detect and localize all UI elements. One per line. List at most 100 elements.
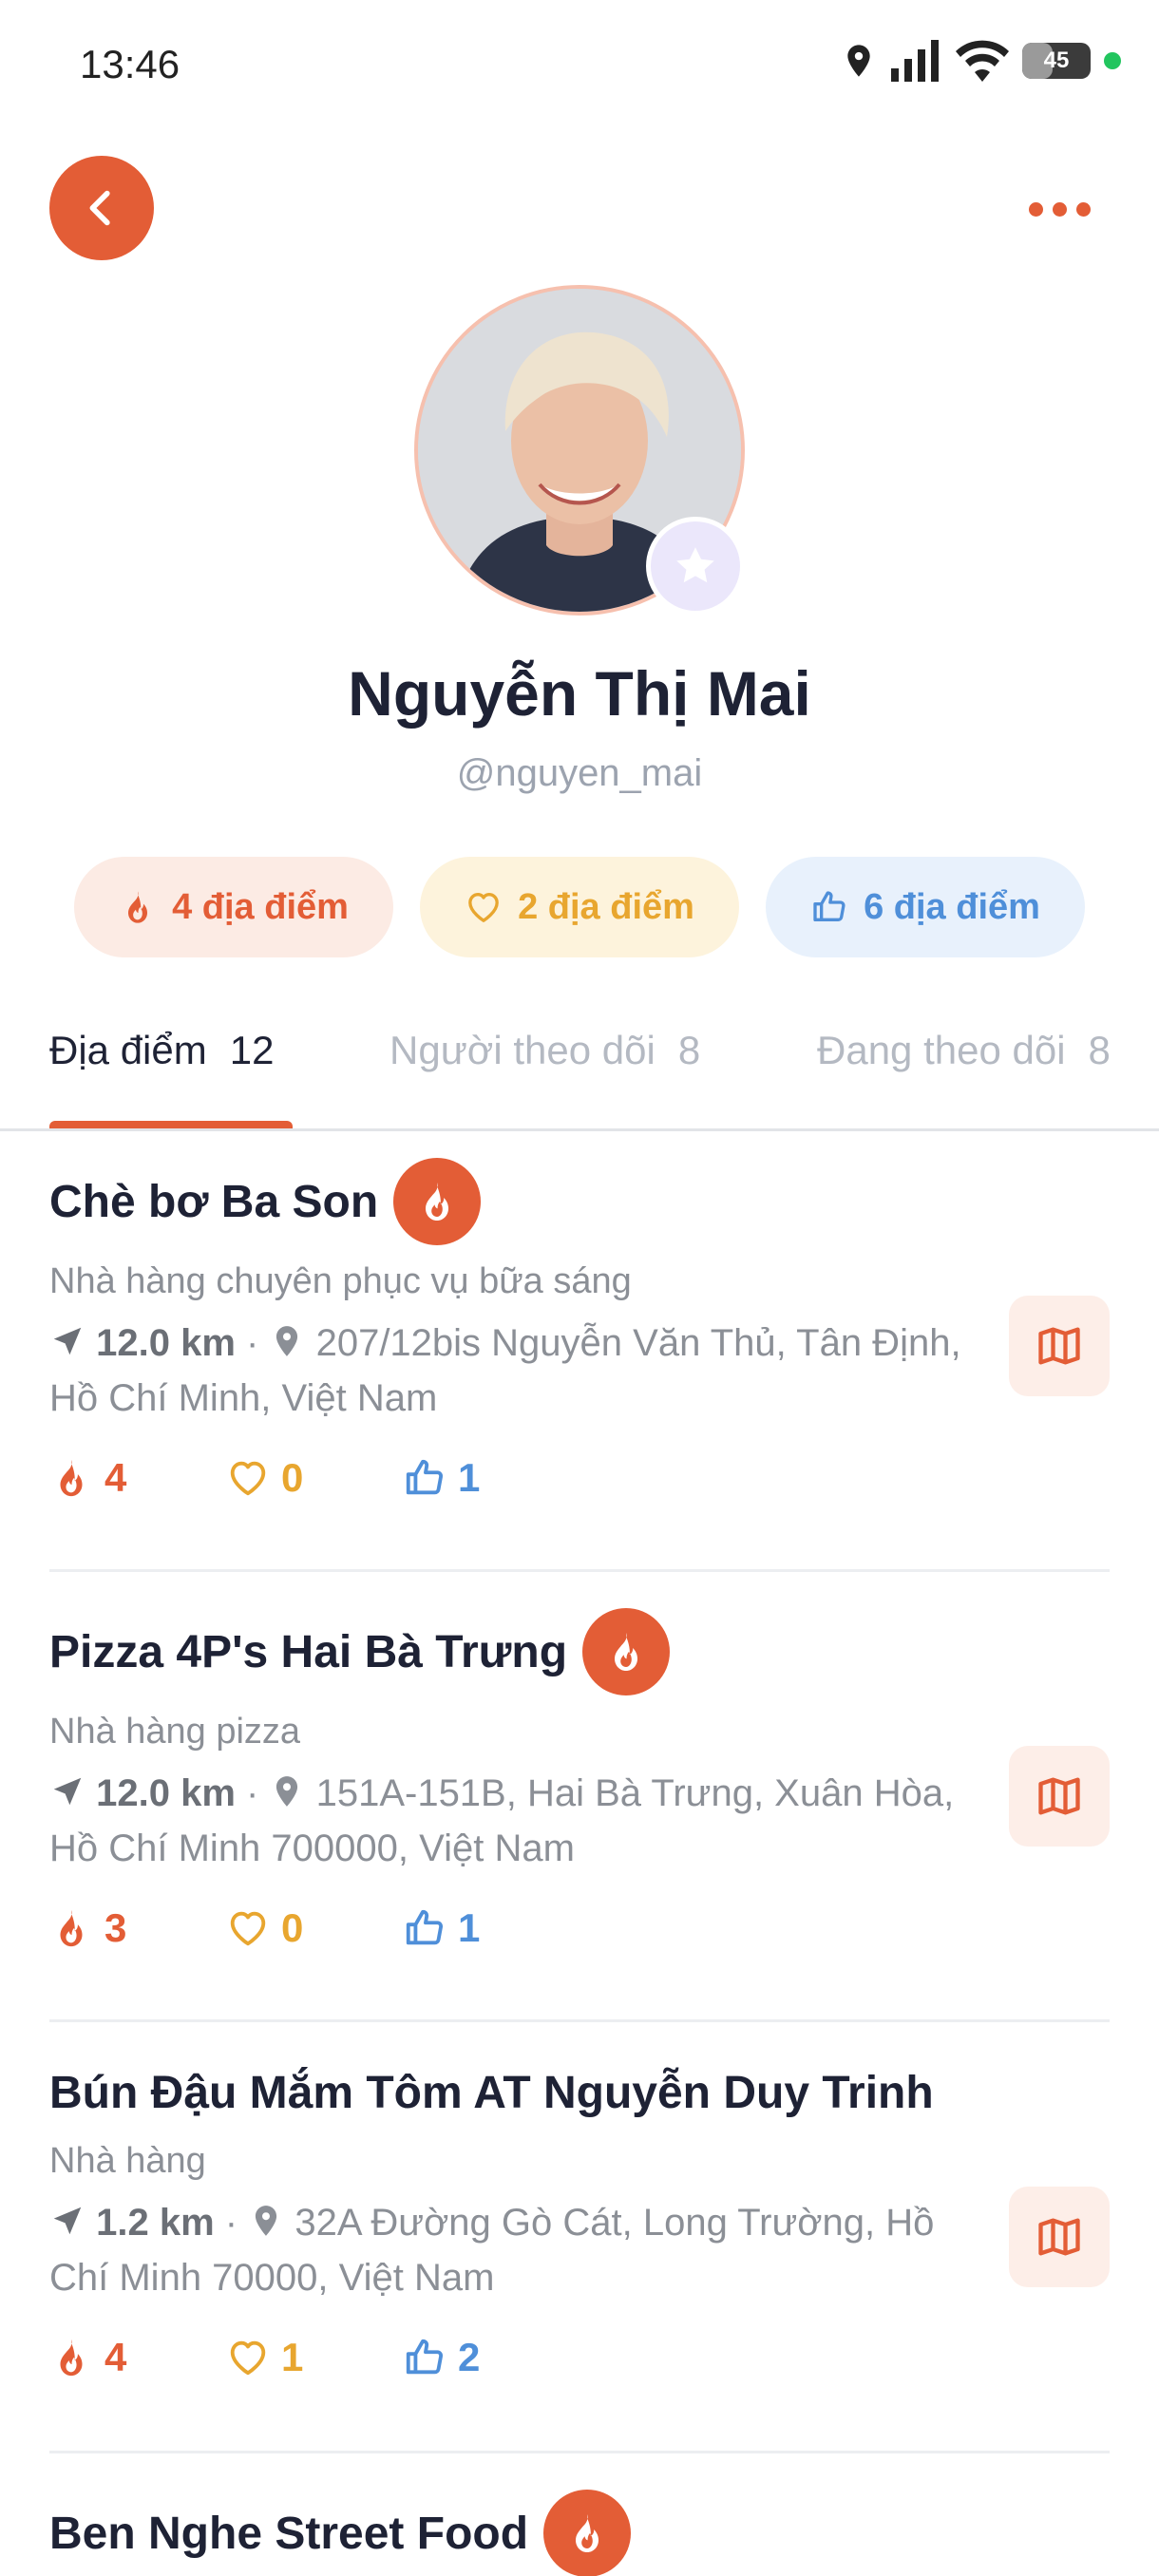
- place-title-row: Bún Đậu Mắm Tôm AT Nguyễn Duy Trinh: [49, 2048, 1110, 2137]
- tab-places[interactable]: Địa điểm 12: [49, 1028, 274, 1073]
- like-count[interactable]: 1: [403, 1455, 580, 1501]
- more-dot: [1075, 201, 1091, 217]
- heart-icon: [465, 888, 503, 926]
- place-distance: 12.0 km: [96, 1322, 236, 1364]
- place-location: 12.0 km · 207/12bis Nguyễn Văn Thủ, Tân …: [49, 1322, 961, 1419]
- more-options-button[interactable]: [1016, 180, 1102, 237]
- place-title-row: Pizza 4P's Hai Bà Trưng: [49, 1607, 1110, 1696]
- thumbs-up-icon: [810, 888, 848, 926]
- fire-icon: [49, 1906, 93, 1950]
- place-name: Ben Nghe Street Food: [49, 2508, 529, 2559]
- navigation-arrow-icon: [49, 2203, 86, 2239]
- like-places-pill[interactable]: 6 địa điểm: [766, 857, 1085, 957]
- tab-following[interactable]: Đang theo dõi 8: [817, 1028, 1111, 1073]
- battery-text: 45: [1043, 47, 1070, 73]
- fire-icon: [49, 1456, 93, 1500]
- map-pin-icon: [269, 1773, 305, 1809]
- thumbs-up-icon: [403, 1456, 446, 1500]
- place-name: Pizza 4P's Hai Bà Trưng: [49, 1626, 568, 1677]
- heart-count[interactable]: 0: [226, 1455, 403, 1501]
- fire-count[interactable]: 4: [49, 2335, 226, 2380]
- tab-divider: [0, 1128, 1159, 1131]
- profile-name: Nguyễn Thị Mai: [348, 658, 811, 729]
- place-name: Chè bơ Ba Son: [49, 1176, 379, 1227]
- heart-places-label: 2 địa điểm: [518, 886, 694, 927]
- place-distance: 1.2 km: [96, 2202, 215, 2244]
- star-icon: [676, 547, 714, 583]
- hot-badge: [543, 2490, 632, 2576]
- place-category: Nhà hàng: [49, 2141, 206, 2181]
- map-button[interactable]: [1009, 1746, 1110, 1847]
- tab-label: Người theo dõi: [390, 1028, 656, 1072]
- profile-handle: @nguyen_mai: [456, 752, 703, 794]
- like-count[interactable]: 2: [403, 2335, 580, 2380]
- like-places-label: 6 địa điểm: [864, 886, 1040, 927]
- place-divider: [49, 2019, 1110, 2022]
- heart-count-value: 0: [281, 1905, 304, 1950]
- place-divider: [49, 2451, 1110, 2453]
- fire-icon: [414, 1179, 460, 1224]
- map-pin-icon: [248, 2203, 284, 2239]
- fire-icon: [603, 1629, 649, 1675]
- place-reactions: 3 0 1: [49, 1895, 1110, 1961]
- fire-places-label: 4 địa điểm: [172, 886, 349, 927]
- like-count-value: 1: [458, 1455, 481, 1500]
- privacy-indicator-dot: [1104, 52, 1121, 69]
- wifi-icon: [956, 40, 1009, 82]
- fire-count[interactable]: 4: [49, 1455, 226, 1501]
- map-icon: [1035, 1321, 1084, 1371]
- heart-count[interactable]: 0: [226, 1905, 403, 1951]
- status-icons: 45: [840, 38, 1121, 84]
- signal-icon: [891, 40, 939, 82]
- thumbs-up-icon: [403, 2336, 446, 2379]
- place-reactions: 4 0 1: [49, 1445, 1110, 1511]
- map-button[interactable]: [1009, 1296, 1110, 1396]
- avatar-star-badge: [646, 517, 745, 616]
- place-name: Bún Đậu Mắm Tôm AT Nguyễn Duy Trinh: [49, 2067, 934, 2118]
- heart-icon: [226, 1456, 270, 1500]
- like-count[interactable]: 1: [403, 1905, 580, 1951]
- location-icon: [847, 45, 870, 77]
- map-icon: [1035, 2212, 1084, 2262]
- place-distance: 12.0 km: [96, 1772, 236, 1814]
- thumbs-up-icon: [403, 1906, 446, 1950]
- heart-places-pill[interactable]: 2 địa điểm: [420, 857, 739, 957]
- more-dot: [1052, 201, 1067, 217]
- place-category: Nhà hàng chuyên phục vụ bữa sáng: [49, 1261, 632, 1301]
- battery-icon: 45: [1022, 43, 1091, 79]
- like-count-value: 2: [458, 2335, 481, 2379]
- fire-count-value: 4: [104, 1455, 127, 1500]
- chevron-left-icon: [89, 190, 110, 226]
- heart-count[interactable]: 1: [226, 2335, 403, 2380]
- tab-count: 8: [677, 1028, 701, 1072]
- fire-count-value: 3: [104, 1905, 127, 1950]
- place-location: 12.0 km · 151A-151B, Hai Bà Trưng, Xuân …: [49, 1772, 955, 1869]
- fire-icon: [49, 2336, 93, 2379]
- avatar-container: [414, 285, 745, 616]
- tab-label: Địa điểm: [49, 1028, 207, 1072]
- tab-label: Đang theo dõi: [817, 1028, 1066, 1072]
- status-time: 13:46: [80, 42, 180, 86]
- fire-icon: [564, 2510, 610, 2556]
- place-divider: [49, 1569, 1110, 1572]
- heart-icon: [226, 1906, 270, 1950]
- fire-places-pill[interactable]: 4 địa điểm: [74, 857, 393, 957]
- heart-count-value: 0: [281, 1455, 304, 1500]
- fire-count[interactable]: 3: [49, 1905, 226, 1951]
- place-card[interactable]: Chè bơ Ba Son Nhà hàng chuyên phục vụ bữ…: [49, 1157, 1110, 1511]
- place-location: 1.2 km · 32A Đường Gò Cát, Long Trường, …: [49, 2202, 935, 2299]
- place-card[interactable]: Ben Nghe Street Food: [49, 2489, 1110, 2576]
- like-count-value: 1: [458, 1905, 481, 1950]
- back-button[interactable]: [49, 156, 154, 260]
- place-category: Nhà hàng pizza: [49, 1712, 301, 1752]
- tab-count: 12: [229, 1028, 275, 1072]
- more-horizontal-icon: [1028, 201, 1043, 217]
- place-reactions: 4 1 2: [49, 2324, 1110, 2391]
- hot-badge: [393, 1158, 482, 1245]
- map-icon: [1035, 1771, 1084, 1821]
- place-card[interactable]: Pizza 4P's Hai Bà Trưng Nhà hàng pizza 1…: [49, 1607, 1110, 1961]
- place-card[interactable]: Bún Đậu Mắm Tôm AT Nguyễn Duy Trinh Nhà …: [49, 2048, 1110, 2391]
- fire-icon: [119, 888, 157, 926]
- tab-followers[interactable]: Người theo dõi 8: [390, 1028, 700, 1073]
- map-button[interactable]: [1009, 2187, 1110, 2287]
